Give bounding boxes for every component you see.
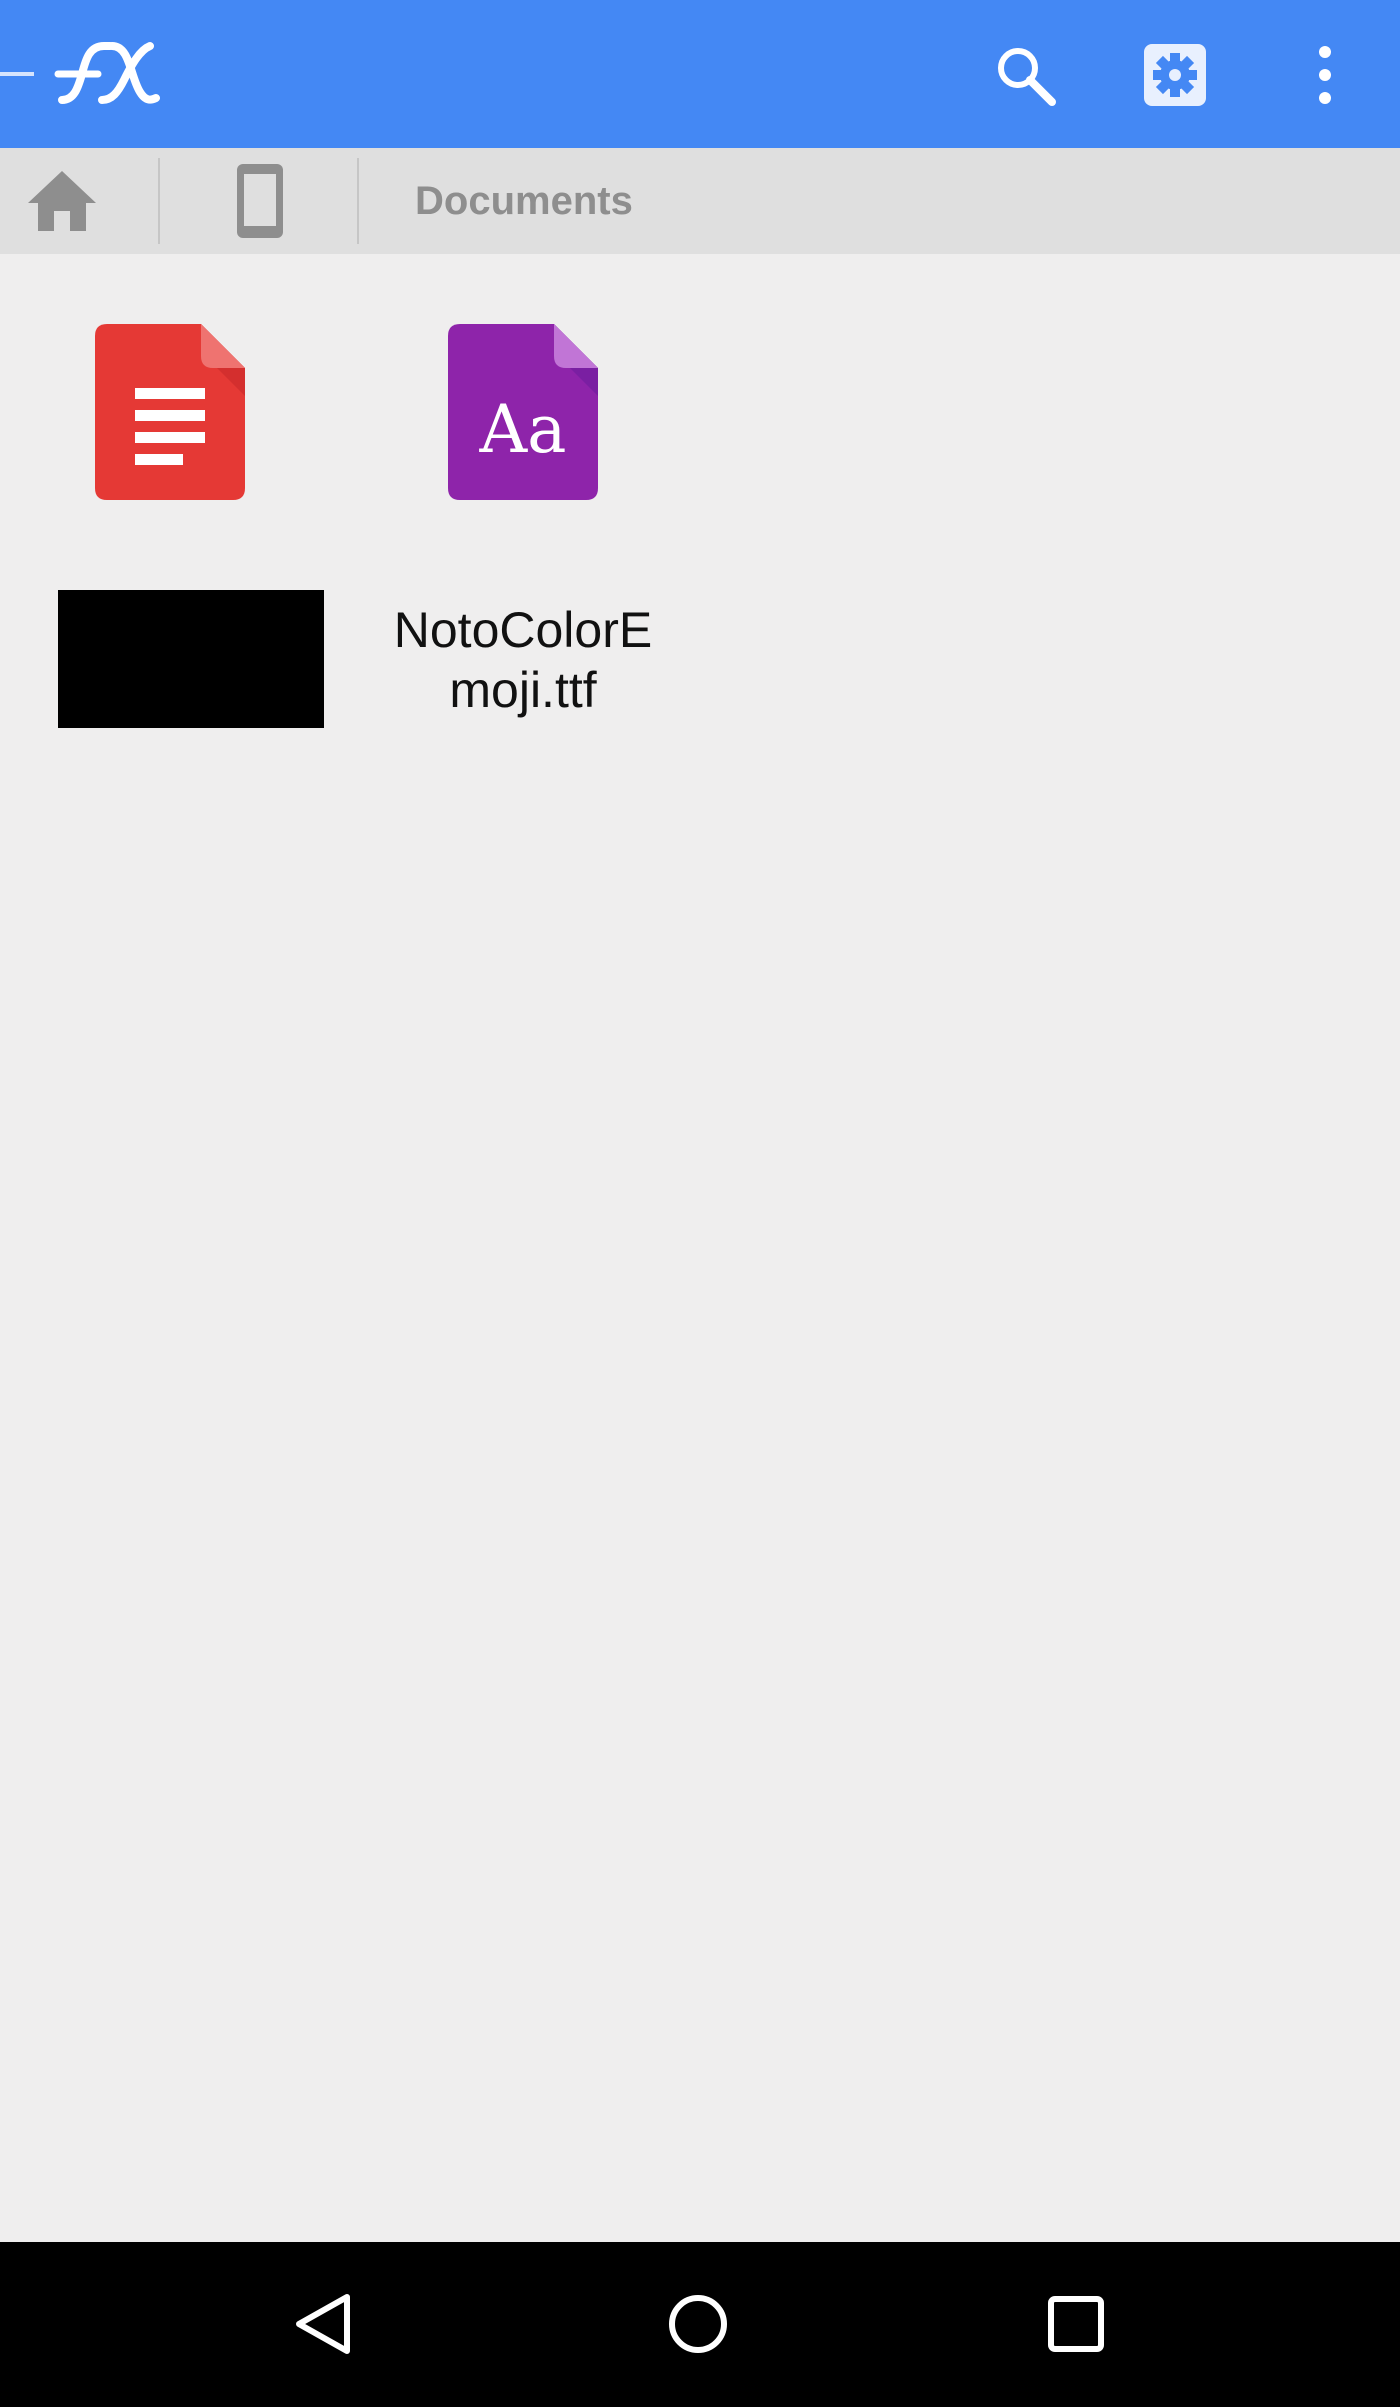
breadcrumb-separator bbox=[357, 158, 359, 244]
recents-icon bbox=[1048, 2296, 1104, 2352]
breadcrumb-separator bbox=[158, 158, 160, 244]
drawer-indicator[interactable] bbox=[0, 72, 34, 76]
home-button[interactable] bbox=[648, 2274, 748, 2374]
file-grid: Aa NotoColorEmoji.ttf bbox=[0, 254, 1400, 2242]
recents-button[interactable] bbox=[1026, 2274, 1126, 2374]
breadcrumb-device[interactable] bbox=[220, 160, 300, 242]
file-name: NotoColorEmoji.ttf bbox=[393, 602, 653, 718]
document-icon bbox=[95, 324, 245, 500]
search-icon bbox=[998, 48, 1056, 106]
redacted-file-name bbox=[58, 590, 324, 728]
settings-icon bbox=[1144, 44, 1206, 106]
font-glyph: Aa bbox=[478, 391, 566, 468]
home-icon bbox=[28, 171, 96, 231]
search-button[interactable] bbox=[980, 30, 1070, 120]
system-navigation-bar bbox=[0, 2242, 1400, 2407]
breadcrumb: Documents bbox=[0, 148, 1400, 254]
settings-button[interactable] bbox=[1130, 30, 1220, 120]
back-button[interactable] bbox=[272, 2274, 372, 2374]
app-bar bbox=[0, 0, 1400, 148]
font-file-icon: Aa bbox=[448, 324, 598, 500]
breadcrumb-home[interactable] bbox=[22, 166, 102, 236]
home-circle-icon bbox=[669, 2295, 727, 2353]
breadcrumb-current-folder[interactable]: Documents bbox=[415, 178, 633, 224]
back-icon bbox=[296, 2294, 350, 2354]
more-options-button[interactable] bbox=[1280, 30, 1370, 120]
fx-logo-icon[interactable] bbox=[52, 36, 162, 108]
phone-icon bbox=[237, 164, 283, 238]
more-vert-icon bbox=[1319, 46, 1331, 104]
